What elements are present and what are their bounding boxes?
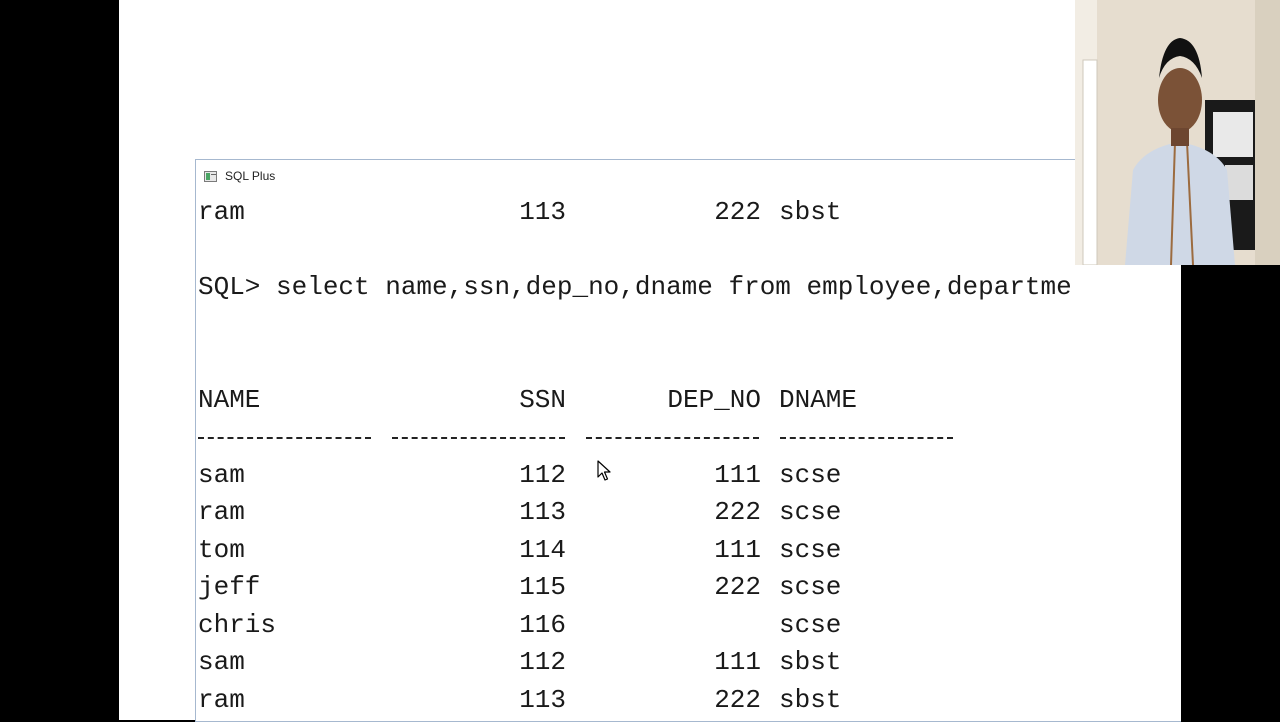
header-ssn: SSN — [519, 384, 566, 415]
cell-dname: scse — [779, 459, 842, 490]
table-row: sam 112 111 scse — [198, 457, 1181, 495]
cell-dep-no: 222 — [714, 497, 761, 527]
cell-dep-no: 222 — [714, 684, 761, 715]
table-row: chris 116 scse — [198, 607, 1181, 645]
cell-dname: sbst — [779, 684, 842, 715]
cell-dep-no: 222 — [714, 572, 761, 602]
presenter-video — [1075, 0, 1280, 265]
window-title: SQL Plus — [225, 169, 276, 183]
cell-dep-no: 111 — [714, 459, 761, 490]
table-row: tom 114 111 scse — [198, 532, 1181, 570]
cell-ssn: 116 — [519, 609, 566, 640]
cell-name: sam — [198, 459, 245, 490]
console-output[interactable]: ram 113 222 sbst SQL> select name,ssn,de… — [198, 194, 1181, 721]
cell-ssn: 113 — [519, 497, 566, 527]
previous-result-row: ram 113 222 sbst — [198, 194, 1181, 232]
cell-ssn: 114 — [519, 534, 566, 565]
cell-dep-no: 111 — [714, 534, 761, 565]
cell-name: tom — [198, 534, 245, 565]
webcam-overlay — [1075, 0, 1280, 265]
cell-name: jeff — [198, 572, 261, 602]
mouse-pointer-icon — [597, 460, 611, 481]
cell-ssn: 112 — [519, 459, 566, 490]
cell-name: ram — [198, 497, 245, 527]
sqlplus-app-icon — [204, 170, 217, 182]
cell-dep-no: 111 — [714, 647, 761, 677]
table-row: ram 113 222 scse — [198, 494, 1181, 532]
header-separator — [198, 419, 1181, 457]
sqlplus-window[interactable]: SQL Plus ram 113 222 sbst SQL> select na… — [195, 159, 1181, 722]
window-titlebar[interactable]: SQL Plus — [196, 160, 1181, 192]
cell-dname: scse — [779, 497, 842, 527]
cell-dname: sbst — [779, 647, 842, 677]
cell-ssn: 113 — [519, 684, 566, 715]
cell-dname: scse — [779, 534, 842, 565]
result-header-row: NAME SSN DEP_NO DNAME — [198, 382, 1181, 420]
header-dname: DNAME — [779, 384, 858, 415]
table-row: sam 112 111 sbst — [198, 644, 1181, 682]
sql-prompt-line: SQL> select name,ssn,dep_no,dname from e… — [198, 272, 1072, 302]
header-name: NAME — [198, 384, 261, 415]
cell-name: ram — [198, 197, 245, 227]
cell-dname: scse — [779, 572, 842, 602]
cell-dep-no: 222 — [714, 197, 761, 227]
cell-dep-no — [566, 607, 761, 645]
cell-name: sam — [198, 647, 245, 677]
cell-ssn: 112 — [519, 647, 566, 677]
table-row: jeff 115 222 scse — [198, 569, 1181, 607]
cell-name: chris — [198, 609, 277, 640]
cell-ssn: 113 — [519, 197, 566, 227]
cell-name: ram — [198, 684, 245, 715]
cell-dname: scse — [779, 609, 842, 640]
cell-ssn: 115 — [519, 572, 566, 602]
header-dep-no: DEP_NO — [667, 384, 761, 415]
table-row: ram 113 222 sbst — [198, 682, 1181, 720]
cell-dname: sbst — [779, 197, 842, 227]
